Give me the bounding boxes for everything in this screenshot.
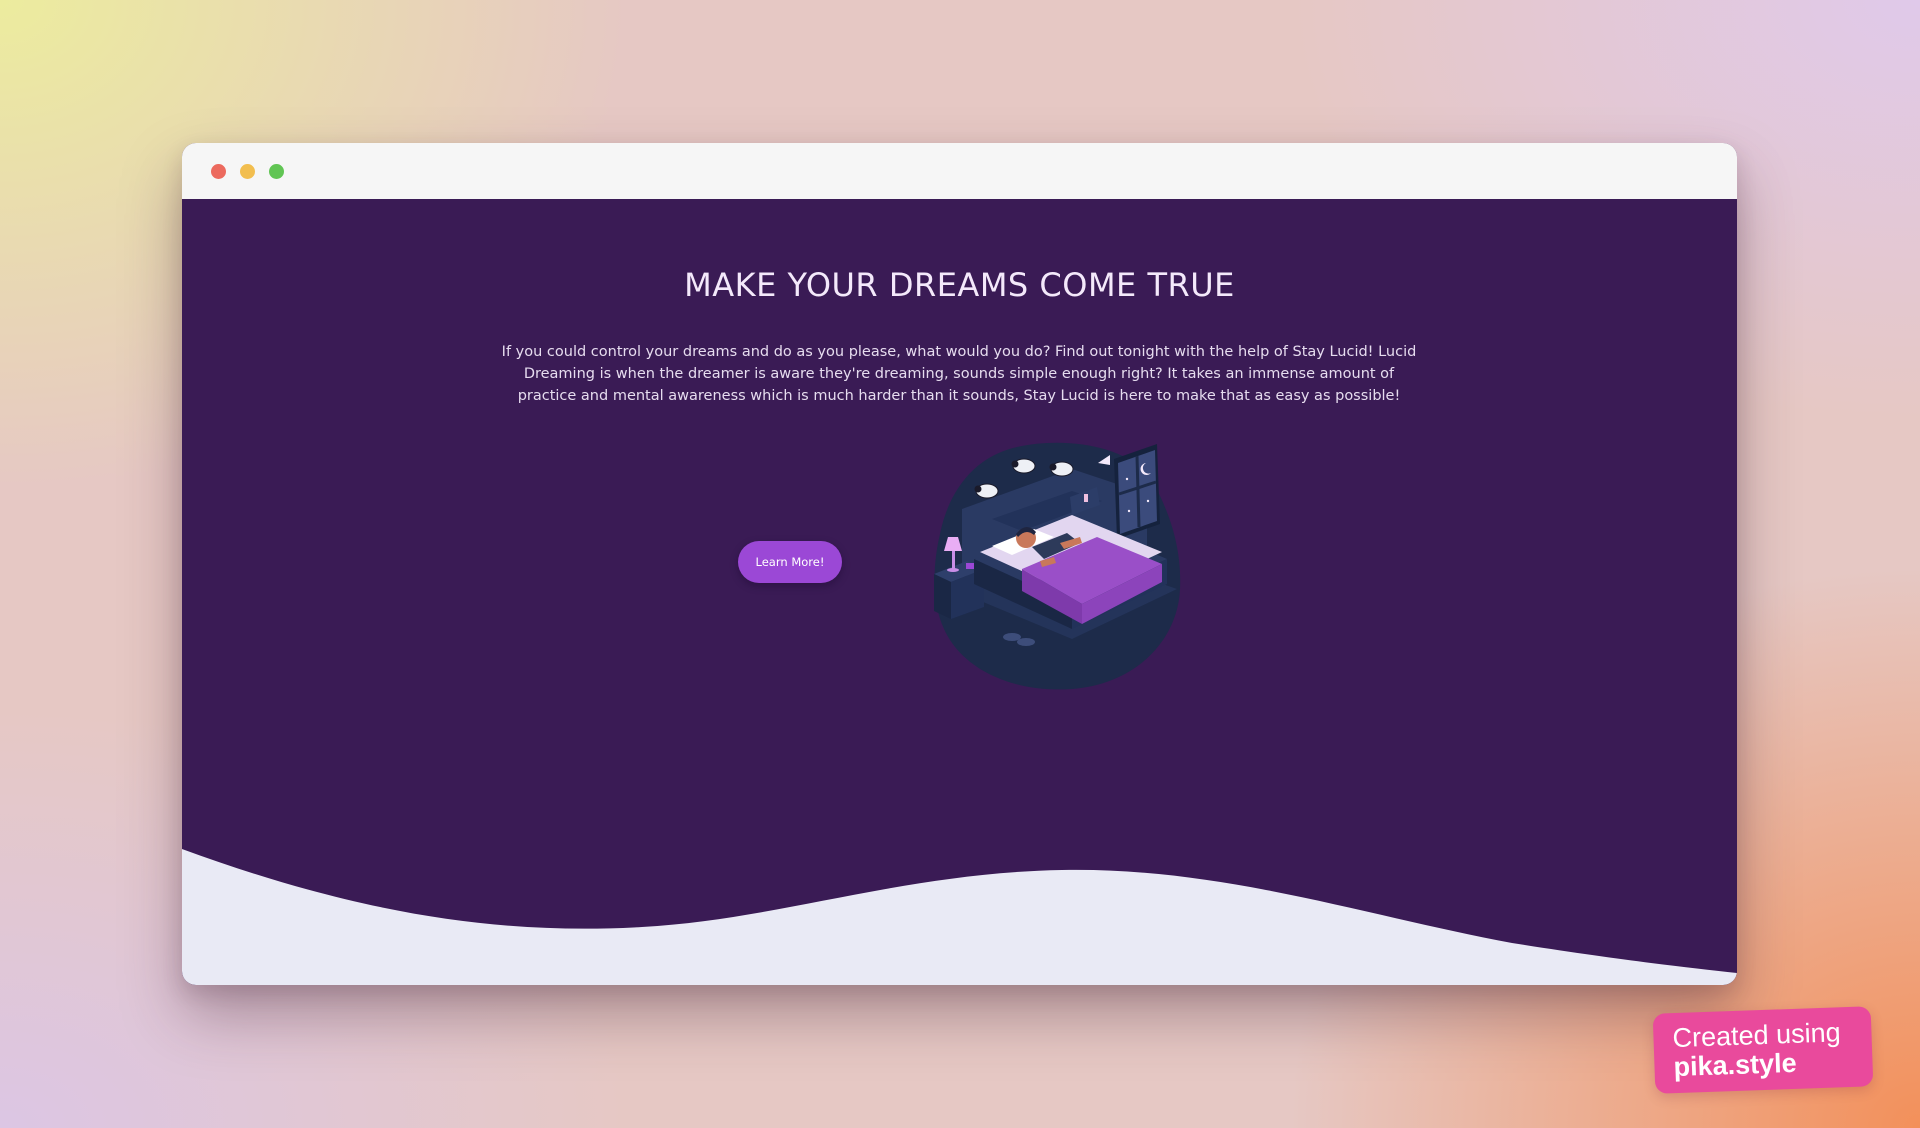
watermark-line2: pika.style <box>1673 1047 1798 1083</box>
hero-title: MAKE YOUR DREAMS COME TRUE <box>684 266 1235 304</box>
maximize-window-button[interactable] <box>269 164 284 179</box>
learn-more-button[interactable]: Learn More! <box>738 541 842 583</box>
hero-description: If you could control your dreams and do … <box>501 344 1417 404</box>
close-window-button[interactable] <box>211 164 226 179</box>
pika-style-watermark-badge: Created using pika.style <box>1652 1006 1874 1094</box>
bottom-wave-divider <box>182 849 1737 985</box>
window-titlebar <box>182 143 1737 199</box>
minimize-window-button[interactable] <box>240 164 255 179</box>
browser-window: MAKE YOUR DREAMS COME TRUE If you could … <box>182 143 1737 985</box>
sleeping-person-bedroom-illustration <box>934 442 1181 690</box>
hero-section: MAKE YOUR DREAMS COME TRUE If you could … <box>182 199 1737 985</box>
